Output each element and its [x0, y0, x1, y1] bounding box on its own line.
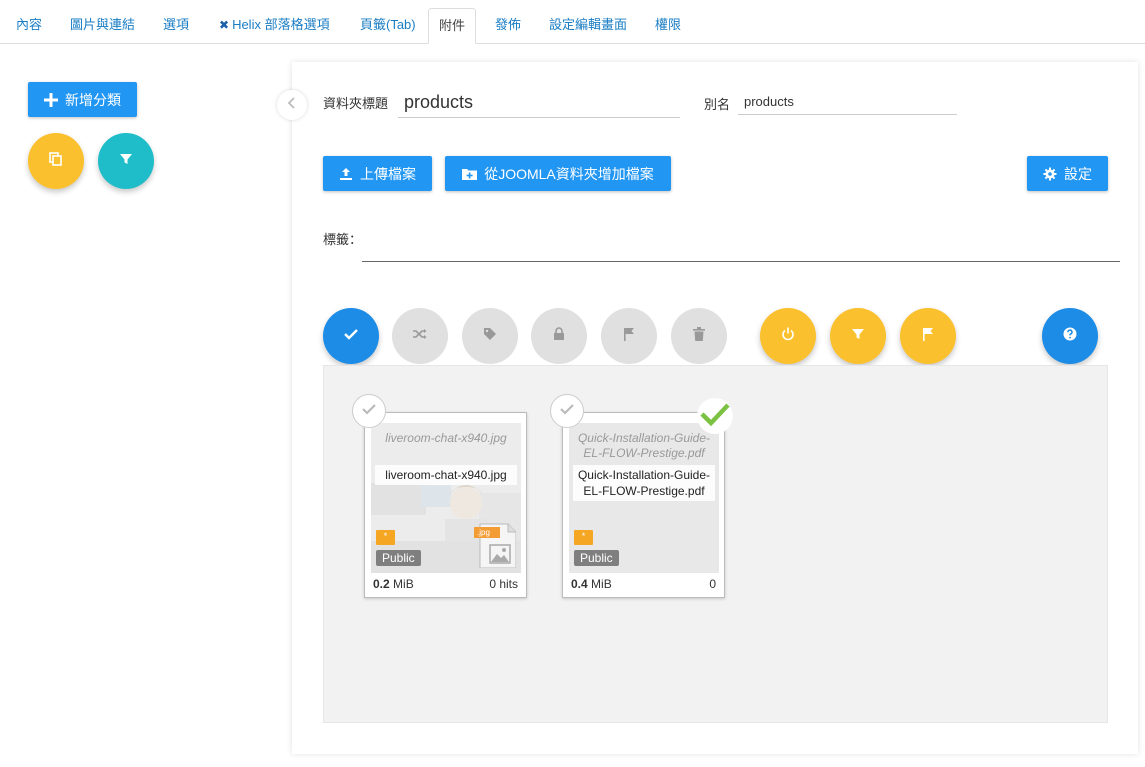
file-card[interactable]: Quick-Installation-Guide-EL-FLOW-Prestig…	[562, 412, 725, 598]
filter-icon	[119, 152, 133, 171]
access-badge: Public	[574, 550, 619, 566]
tab-options[interactable]: 選項	[153, 8, 199, 44]
file-hits: 0	[709, 577, 716, 591]
file-size-value: 0.2	[373, 577, 390, 591]
image-file-icon: .jpg	[474, 522, 517, 569]
tab-label: 頁籤(Tab)	[360, 17, 416, 32]
settings-label: 設定	[1064, 165, 1092, 182]
upload-file-label: 上傳檔案	[360, 165, 416, 182]
file-name: liveroom-chat-x940.jpg	[375, 465, 517, 485]
file-title: liveroom-chat-x940.jpg	[385, 431, 507, 445]
tab-label: 內容	[16, 17, 43, 32]
collapse-sidebar-button[interactable]	[277, 90, 307, 120]
trash-icon	[693, 326, 705, 346]
select-all-button[interactable]	[323, 308, 379, 364]
tab-label: 附件	[439, 18, 466, 33]
file-card[interactable]: liveroom-chat-x940.jpg liveroom-chat-x94…	[364, 412, 527, 598]
access-lock-badge: *	[574, 530, 593, 545]
tab-label: 權限	[655, 17, 682, 32]
tab-label: 設定編輯畫面	[549, 17, 628, 32]
settings-button[interactable]: 設定	[1027, 156, 1108, 191]
file-extension: .jpg	[477, 528, 490, 537]
joomla-icon: ✖	[219, 18, 230, 32]
help-button[interactable]	[1042, 308, 1098, 364]
upload-file-button[interactable]: 上傳檔案	[323, 156, 432, 191]
file-size: 0.2 MiB	[373, 577, 414, 591]
add-category-button[interactable]: 新增分類	[28, 82, 137, 117]
folder-plus-icon	[462, 167, 478, 180]
file-select-toggle[interactable]	[352, 394, 386, 428]
access-badge: Public	[376, 550, 421, 566]
upload-icon	[339, 167, 353, 181]
folder-title-input[interactable]	[398, 88, 680, 118]
file-select-toggle[interactable]	[550, 394, 584, 428]
tab-images-links[interactable]: 圖片與連結	[60, 8, 145, 44]
filter-icon	[851, 327, 865, 346]
check-icon	[700, 402, 730, 431]
file-thumbnail: Quick-Installation-Guide-EL-FLOW-Prestig…	[569, 423, 719, 573]
tab-content[interactable]: 內容	[6, 8, 52, 44]
flag-icon	[623, 327, 635, 346]
tag-icon	[483, 327, 497, 346]
check-icon	[362, 402, 376, 420]
tab-bar: 內容 圖片與連結 選項 ✖ Helix 部落格選項 頁籤(Tab) 附件 發佈 設…	[0, 0, 1145, 44]
tab-publishing[interactable]: 發佈	[485, 8, 531, 44]
tags-input[interactable]	[362, 261, 1120, 262]
tab-label: 發佈	[495, 17, 522, 32]
file-title: Quick-Installation-Guide-EL-FLOW-Prestig…	[577, 431, 711, 460]
access-lock-badge: *	[376, 530, 395, 545]
tab-helix-blog-options[interactable]: ✖ Helix 部落格選項	[209, 8, 340, 44]
tag-button[interactable]	[462, 308, 518, 364]
check-icon	[560, 402, 574, 420]
file-thumbnail: liveroom-chat-x940.jpg liveroom-chat-x94…	[371, 423, 521, 573]
file-size-value: 0.4	[571, 577, 588, 591]
alias-label: 別名	[704, 97, 731, 112]
gear-icon	[1043, 167, 1057, 181]
lock-icon	[553, 326, 565, 346]
folder-title-label: 資料夾標題	[323, 96, 389, 111]
publish-toggle-button[interactable]	[760, 308, 816, 364]
add-from-joomla-folder-button[interactable]: 從JOOMLA資料夾增加檔案	[445, 156, 671, 191]
flag-button[interactable]	[601, 308, 657, 364]
help-icon	[1063, 327, 1077, 346]
tab-label: Helix 部落格選項	[232, 17, 330, 32]
tab-editor-config[interactable]: 設定編輯畫面	[539, 8, 637, 44]
shuffle-icon	[413, 327, 427, 345]
file-size: 0.4 MiB	[571, 577, 612, 591]
file-name: Quick-Installation-Guide-EL-FLOW-Prestig…	[573, 465, 715, 501]
tab-label: 圖片與連結	[70, 17, 136, 32]
check-icon	[344, 327, 358, 345]
add-category-label: 新增分類	[65, 91, 121, 108]
tags-label: 標籤：	[323, 232, 363, 247]
tab-tabs[interactable]: 頁籤(Tab)	[350, 8, 426, 44]
alias-input[interactable]	[738, 88, 957, 115]
tab-attachments[interactable]: 附件	[428, 8, 477, 44]
file-size-unit: MiB	[393, 577, 414, 591]
add-from-joomla-label: 從JOOMLA資料夾增加檔案	[484, 165, 654, 182]
power-icon	[781, 327, 795, 346]
file-hits: 0 hits	[489, 577, 518, 591]
file-size-unit: MiB	[591, 577, 612, 591]
copy-icon	[49, 151, 63, 171]
move-button[interactable]	[392, 308, 448, 364]
filter-button[interactable]	[98, 133, 154, 189]
access-button[interactable]	[531, 308, 587, 364]
chevron-left-icon	[287, 96, 297, 114]
flag-icon	[922, 327, 934, 346]
flag-filter-button[interactable]	[900, 308, 956, 364]
file-checked-indicator	[697, 398, 733, 434]
tab-permissions[interactable]: 權限	[645, 8, 691, 44]
delete-button[interactable]	[671, 308, 727, 364]
copy-button[interactable]	[28, 133, 84, 189]
plus-icon	[44, 92, 58, 107]
filter-files-button[interactable]	[830, 308, 886, 364]
tab-label: 選項	[163, 17, 190, 32]
